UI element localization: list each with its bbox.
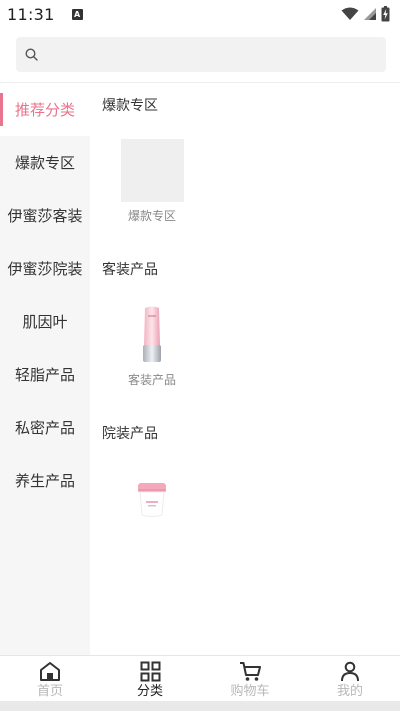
sidebar-item-label: 肌因叶 <box>22 313 68 331</box>
tab-home[interactable]: 首页 <box>0 656 100 701</box>
tab-label: 首页 <box>36 684 63 699</box>
tab-cart[interactable]: 购物车 <box>200 656 300 701</box>
pink-bottle-product-icon <box>121 303 184 366</box>
cart-icon <box>239 662 261 681</box>
section-title: 院装产品 <box>102 426 158 442</box>
notification-a-icon: A <box>71 8 83 20</box>
sidebar-item-label: 伊蜜莎院装 <box>7 260 83 278</box>
image-placeholder-icon <box>120 139 184 202</box>
sidebar-item-light-fat[interactable]: 轻脂产品 <box>0 348 90 401</box>
bottom-tab-bar: 首页 分类 购物车 我的 <box>0 655 400 701</box>
search-bar[interactable] <box>16 37 386 72</box>
product-label: 爆款专区 <box>127 209 176 223</box>
search-icon <box>25 48 38 61</box>
tab-category[interactable]: 分类 <box>100 656 200 701</box>
sidebar-item-label: 轻脂产品 <box>14 366 75 384</box>
pink-jar-product-icon <box>121 467 184 530</box>
sidebar-item-label: 养生产品 <box>14 472 75 490</box>
wifi-icon <box>341 7 359 20</box>
battery-charging-icon <box>381 6 390 22</box>
sidebar-item-label: 私密产品 <box>14 419 75 437</box>
product-item[interactable]: 爆款专区 <box>112 139 192 224</box>
sidebar-item-label: 推荐分类 <box>14 101 75 119</box>
status-bar: 11:31 A <box>0 0 400 28</box>
home-icon <box>40 662 60 681</box>
category-grid-icon <box>140 661 160 682</box>
tab-label: 我的 <box>336 684 363 699</box>
category-sidebar: 推荐分类 爆款专区 伊蜜莎客装 伊蜜莎院装 肌因叶 轻脂产品 私密产品 养生产品 <box>0 83 90 655</box>
sidebar-item-wellness[interactable]: 养生产品 <box>0 454 90 507</box>
tab-label: 分类 <box>136 684 163 699</box>
status-icons <box>341 6 390 22</box>
product-label: 客装产品 <box>127 373 176 387</box>
sidebar-item-private[interactable]: 私密产品 <box>0 401 90 454</box>
sidebar-item-salon-pack[interactable]: 伊蜜莎院装 <box>0 242 90 295</box>
section-title: 客装产品 <box>102 262 158 278</box>
sidebar-item-recommended[interactable]: 推荐分类 <box>0 83 90 136</box>
sidebar-item-jiyinye[interactable]: 肌因叶 <box>0 295 90 348</box>
sidebar-item-label: 伊蜜莎客装 <box>7 207 83 225</box>
status-time: 11:31 <box>7 4 55 24</box>
product-item[interactable]: 客装产品 <box>112 303 192 388</box>
user-icon <box>341 661 359 682</box>
system-nav-strip <box>0 701 400 711</box>
sidebar-item-hot-deals[interactable]: 爆款专区 <box>0 136 90 189</box>
sidebar-item-label: 爆款专区 <box>14 154 75 172</box>
tab-me[interactable]: 我的 <box>300 656 400 701</box>
signal-icon <box>364 8 376 20</box>
tab-label: 购物车 <box>230 684 270 699</box>
product-item[interactable] <box>112 467 192 535</box>
section-title: 爆款专区 <box>102 98 158 114</box>
search-input[interactable] <box>44 37 386 72</box>
sidebar-item-customer-pack[interactable]: 伊蜜莎客装 <box>0 189 90 242</box>
category-content: 爆款专区 爆款专区 客装产品 客装产品 院装产品 <box>90 83 400 655</box>
